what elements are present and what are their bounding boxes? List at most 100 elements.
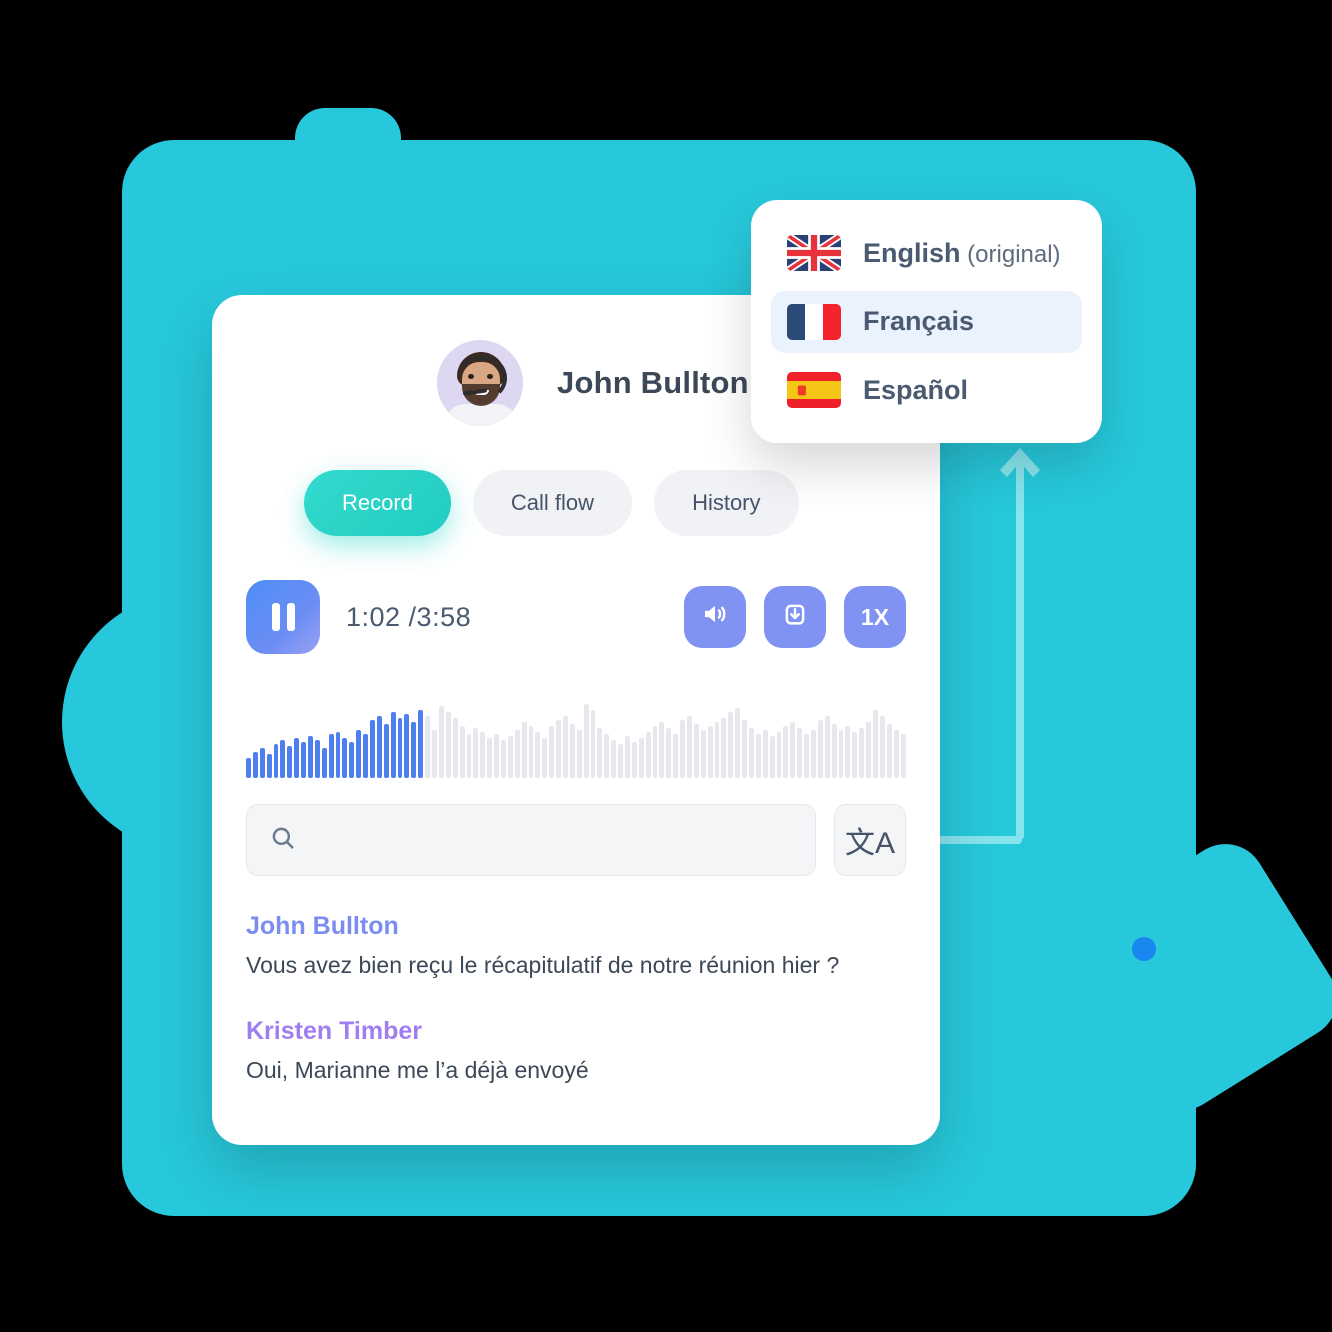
waveform-bar bbox=[728, 712, 734, 778]
waveform-bar bbox=[349, 742, 355, 778]
tab-record[interactable]: Record bbox=[304, 470, 451, 536]
language-label: English (original) bbox=[863, 237, 1061, 268]
waveform-bar bbox=[652, 726, 658, 778]
waveform-bar bbox=[790, 722, 796, 778]
language-option-english[interactable]: English (original) bbox=[771, 222, 1082, 284]
waveform-bar bbox=[466, 734, 472, 778]
waveform-bar bbox=[721, 718, 727, 778]
language-dropdown: English (original) Français Español bbox=[751, 200, 1102, 443]
waveform-bar bbox=[687, 716, 692, 778]
waveform-bar bbox=[507, 736, 513, 778]
avatar bbox=[437, 340, 523, 426]
waveform-bar bbox=[370, 720, 375, 778]
waveform-bar bbox=[363, 734, 369, 778]
waveform-bar bbox=[576, 730, 582, 778]
pause-button[interactable] bbox=[246, 580, 320, 654]
tab-history[interactable]: History bbox=[654, 470, 799, 536]
waveform-bar bbox=[294, 738, 300, 778]
translate-button[interactable]: 文A bbox=[834, 804, 906, 876]
language-option-francais[interactable]: Français bbox=[771, 290, 1082, 353]
waveform-bar bbox=[432, 730, 437, 778]
waveform-bar bbox=[335, 732, 341, 778]
waveform-bar bbox=[246, 758, 251, 778]
transcript-message: Oui, Marianne me l’a déjà envoyé bbox=[246, 1057, 589, 1083]
waveform-bar bbox=[569, 724, 575, 778]
tab-call-flow[interactable]: Call flow bbox=[472, 470, 633, 536]
waveform-bar bbox=[500, 740, 506, 778]
waveform-bar bbox=[831, 724, 837, 778]
waveform-bar bbox=[824, 716, 830, 778]
player-action-group: 1X bbox=[684, 586, 906, 648]
transcript-entry: Kristen Timber Oui, Marianne me l’a déjà… bbox=[246, 1017, 906, 1084]
waveform-bar bbox=[638, 738, 644, 778]
playback-time: 1:02 /3:58 bbox=[346, 601, 472, 632]
waveform-bar bbox=[514, 730, 520, 778]
waveform-bar bbox=[838, 730, 844, 778]
transcript-message: Vous avez bien reçu le récapitulatif de … bbox=[246, 952, 840, 978]
waveform-bar bbox=[893, 730, 899, 778]
waveform-bar bbox=[445, 712, 451, 778]
connector-arrow-up-icon bbox=[996, 446, 1044, 478]
screenshot-stage: John Bullton Record Call flow History 1:… bbox=[0, 0, 1332, 1332]
playback-speed-button[interactable]: 1X bbox=[844, 586, 906, 648]
translate-icon: 文A bbox=[844, 827, 895, 860]
transcript-entry: John Bullton Vous avez bien reçu le réca… bbox=[246, 912, 906, 979]
waveform-bar bbox=[776, 732, 782, 778]
waveform-bar bbox=[597, 728, 603, 778]
waveform-bar bbox=[376, 716, 382, 778]
uk-flag-icon bbox=[787, 235, 841, 271]
waveform-bar bbox=[742, 720, 748, 778]
waveform-bar bbox=[618, 744, 623, 778]
waveform-bar bbox=[321, 748, 327, 778]
waveform-bar bbox=[562, 716, 568, 778]
waveform-bar bbox=[659, 722, 665, 778]
waveform-bar bbox=[797, 728, 803, 778]
blue-dot-marker bbox=[1132, 937, 1156, 961]
waveform-bar bbox=[452, 718, 458, 778]
pause-icon-bar-right bbox=[286, 603, 295, 631]
waveform-bar bbox=[886, 724, 892, 778]
audio-waveform[interactable] bbox=[246, 690, 906, 778]
france-flag-icon bbox=[787, 303, 841, 340]
transcript-speaker-name: Kristen Timber bbox=[246, 1017, 422, 1045]
volume-button[interactable] bbox=[684, 586, 746, 648]
waveform-bar bbox=[783, 726, 789, 778]
waveform-bar bbox=[521, 722, 527, 778]
waveform-bar bbox=[673, 734, 679, 778]
download-button[interactable] bbox=[764, 586, 826, 648]
language-option-espanol[interactable]: Español bbox=[771, 359, 1082, 421]
waveform-bar bbox=[859, 728, 865, 778]
waveform-bar bbox=[900, 734, 906, 778]
waveform-bar bbox=[879, 716, 885, 778]
waveform-bar bbox=[645, 732, 651, 778]
waveform-bar bbox=[494, 734, 499, 778]
waveform-bar bbox=[487, 738, 493, 778]
speaker-icon bbox=[700, 599, 730, 635]
pause-icon-bar-left bbox=[271, 603, 280, 631]
waveform-bar bbox=[693, 724, 699, 778]
search-icon bbox=[269, 824, 297, 857]
waveform-bar bbox=[308, 736, 313, 778]
waveform-bar bbox=[804, 734, 810, 778]
waveform-bar bbox=[266, 754, 272, 778]
page-title: John Bullton bbox=[557, 365, 749, 400]
waveform-bar bbox=[425, 716, 431, 778]
search-input[interactable] bbox=[313, 828, 793, 852]
waveform-bar bbox=[542, 738, 548, 778]
waveform-bar bbox=[404, 714, 410, 778]
transcript-speaker-name: John Bullton bbox=[246, 912, 399, 940]
waveform-bar bbox=[342, 738, 348, 778]
waveform-bar bbox=[528, 726, 534, 778]
waveform-bar bbox=[418, 710, 424, 778]
waveform-bar bbox=[700, 730, 706, 778]
language-label: Français bbox=[863, 306, 975, 336]
waveform-bar bbox=[301, 742, 307, 778]
waveform-bar bbox=[287, 746, 293, 778]
transcript-list: John Bullton Vous avez bien reçu le réca… bbox=[212, 876, 940, 1084]
waveform-bar bbox=[438, 706, 444, 778]
waveform-bar bbox=[762, 730, 768, 778]
search-box[interactable] bbox=[246, 804, 816, 876]
waveform-bar bbox=[755, 734, 761, 778]
waveform-bar bbox=[866, 722, 872, 778]
waveform-bar bbox=[735, 708, 741, 778]
